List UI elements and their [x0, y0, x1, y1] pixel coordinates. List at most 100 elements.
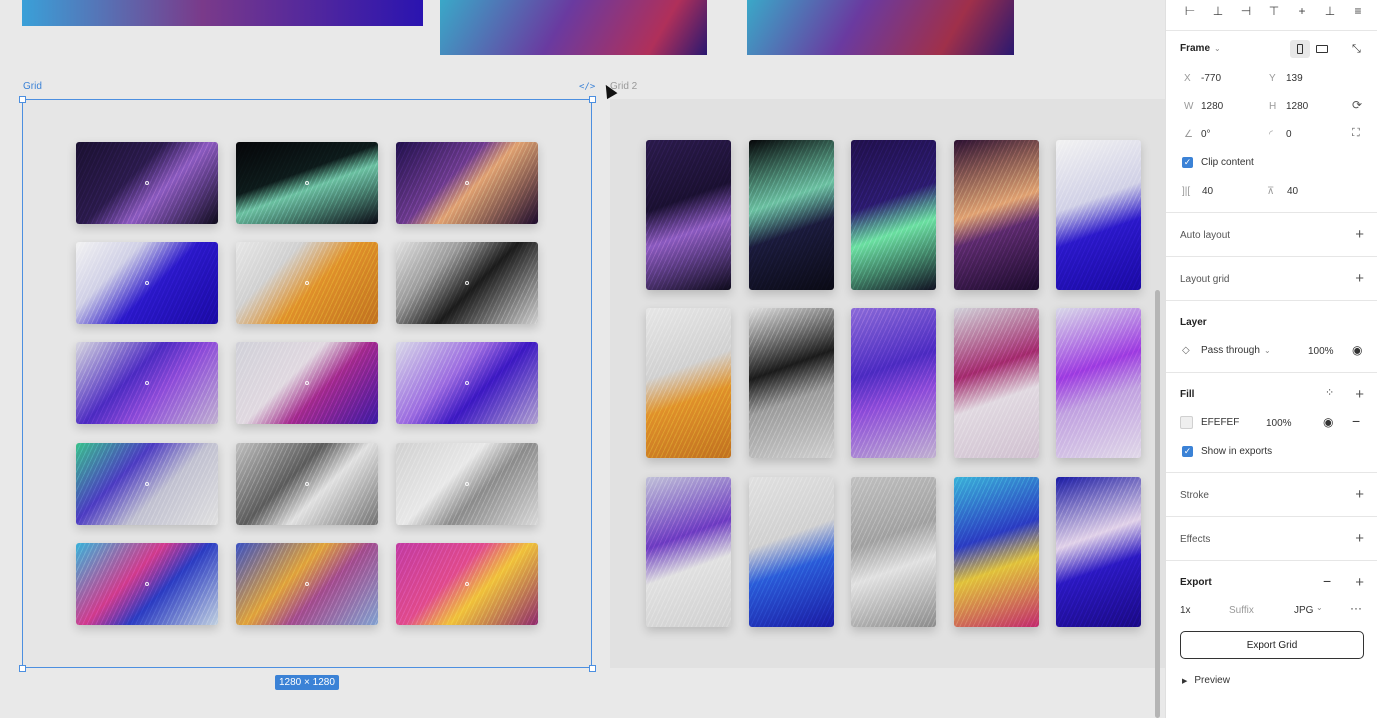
grid-frame-label[interactable]: Grid	[23, 81, 42, 92]
chevron-down-icon[interactable]: ⌄	[1214, 44, 1221, 53]
grid2-artwork-thumbnail[interactable]	[1056, 308, 1141, 458]
grid-artwork-thumbnail[interactable]	[76, 342, 218, 424]
canvas-image-top-3[interactable]	[747, 0, 1014, 55]
grid2-artwork-thumbnail[interactable]	[646, 477, 731, 627]
layer-opacity-input[interactable]: 100%	[1308, 346, 1334, 357]
align-bottom-icon[interactable]: ⊥	[1318, 3, 1342, 19]
stripe-overlay	[1056, 140, 1141, 290]
fill-section: Fill ⁘ + EFEFEF 100% ◉ − ✓ Show in expor…	[1166, 372, 1377, 472]
grid2-artwork-thumbnail[interactable]	[851, 140, 936, 290]
rotation-input[interactable]: 0°	[1201, 129, 1211, 140]
grid-artwork-thumbnail[interactable]	[236, 242, 378, 324]
frame-title[interactable]: Frame	[1180, 43, 1210, 54]
canvas-scrollbar[interactable]	[1155, 290, 1160, 718]
resize-handle-br[interactable]	[589, 665, 596, 672]
add-effect-icon[interactable]: +	[1355, 531, 1364, 546]
eye-icon[interactable]: ◉	[1352, 343, 1362, 357]
canvas-image-top-2[interactable]	[440, 0, 707, 55]
preview-toggle[interactable]: ▶ Preview	[1182, 675, 1230, 686]
center-point-icon	[305, 482, 309, 486]
export-format-select[interactable]: JPG	[1294, 605, 1313, 616]
fill-opacity-input[interactable]: 100%	[1266, 418, 1292, 429]
grid2-artwork-thumbnail[interactable]	[749, 308, 834, 458]
grid2-artwork-thumbnail[interactable]	[1056, 140, 1141, 290]
grid-artwork-thumbnail[interactable]	[76, 242, 218, 324]
add-export-icon[interactable]: +	[1355, 575, 1364, 590]
y-input[interactable]: 139	[1286, 73, 1303, 84]
eye-icon[interactable]: ◉	[1323, 415, 1333, 429]
align-center-h-icon[interactable]: ⊥	[1206, 3, 1230, 19]
center-point-icon	[145, 281, 149, 285]
grid-artwork-thumbnail[interactable]	[396, 142, 538, 224]
export-suffix-input[interactable]: Suffix	[1229, 605, 1254, 616]
vertical-gap-input[interactable]: 40	[1287, 186, 1298, 197]
grid2-artwork-thumbnail[interactable]	[646, 308, 731, 458]
portrait-icon[interactable]	[1290, 40, 1310, 58]
add-auto-layout-icon[interactable]: +	[1355, 227, 1364, 242]
stripe-overlay	[954, 477, 1039, 627]
resize-handle-tl[interactable]	[19, 96, 26, 103]
stroke-section[interactable]: Stroke +	[1166, 472, 1377, 516]
auto-layout-section[interactable]: Auto layout +	[1166, 212, 1377, 256]
grid-artwork-thumbnail[interactable]	[236, 142, 378, 224]
remove-fill-icon[interactable]: −	[1352, 413, 1360, 429]
effects-section[interactable]: Effects +	[1166, 516, 1377, 560]
add-layout-grid-icon[interactable]: +	[1355, 271, 1364, 286]
fill-hex-input[interactable]: EFEFEF	[1201, 417, 1239, 428]
resize-handle-bl[interactable]	[19, 665, 26, 672]
grid2-artwork-thumbnail[interactable]	[954, 140, 1039, 290]
grid-artwork-thumbnail[interactable]	[76, 443, 218, 525]
grid-artwork-thumbnail[interactable]	[396, 242, 538, 324]
grid-artwork-thumbnail[interactable]	[396, 543, 538, 625]
resize-handle-tr[interactable]	[589, 96, 596, 103]
grid2-artwork-thumbnail[interactable]	[646, 140, 731, 290]
grid2-artwork-thumbnail[interactable]	[954, 477, 1039, 627]
add-stroke-icon[interactable]: +	[1355, 487, 1364, 502]
grid-artwork-thumbnail[interactable]	[236, 543, 378, 625]
layout-grid-section[interactable]: Layout grid +	[1166, 256, 1377, 300]
add-fill-icon[interactable]: +	[1355, 387, 1364, 402]
align-left-icon[interactable]: ⊢	[1178, 3, 1202, 19]
grid2-artwork-thumbnail[interactable]	[851, 308, 936, 458]
export-grid-button[interactable]: Export Grid	[1180, 631, 1364, 659]
grid2-artwork-thumbnail[interactable]	[851, 477, 936, 627]
align-top-icon[interactable]: ⊤	[1262, 3, 1286, 19]
fill-color-swatch[interactable]	[1180, 416, 1193, 429]
blend-mode-select[interactable]: Pass through	[1201, 345, 1260, 356]
chevron-down-icon[interactable]: ⌄	[1264, 346, 1271, 355]
canvas-image-top-1[interactable]	[22, 0, 423, 26]
export-scale-select[interactable]: 1x	[1180, 605, 1191, 616]
auto-layout-title: Auto layout	[1180, 230, 1231, 241]
grid-artwork-thumbnail[interactable]	[236, 443, 378, 525]
grid-artwork-thumbnail[interactable]	[396, 443, 538, 525]
chevron-down-icon[interactable]: ⌄	[1316, 603, 1323, 612]
design-canvas[interactable]: Grid </> Grid 2 1280 × 1280	[0, 0, 1165, 718]
show-in-exports-checkbox[interactable]: ✓	[1182, 446, 1193, 457]
x-input[interactable]: -770	[1201, 73, 1221, 84]
grid2-artwork-thumbnail[interactable]	[749, 477, 834, 627]
fill-styles-icon[interactable]: ⁘	[1325, 386, 1334, 399]
align-right-icon[interactable]: ⊣	[1234, 3, 1258, 19]
stripe-overlay	[851, 308, 936, 458]
align-center-v-icon[interactable]: +	[1290, 3, 1314, 19]
h-input[interactable]: 1280	[1286, 101, 1308, 112]
grid-artwork-thumbnail[interactable]	[396, 342, 538, 424]
distribute-icon[interactable]: ≡	[1346, 3, 1370, 19]
grid2-artwork-thumbnail[interactable]	[1056, 477, 1141, 627]
grid-artwork-thumbnail[interactable]	[76, 142, 218, 224]
fit-icon[interactable]: ⤡	[1352, 43, 1361, 56]
more-options-icon[interactable]: ···	[1350, 601, 1362, 615]
horizontal-gap-input[interactable]: 40	[1202, 186, 1213, 197]
independent-corners-icon[interactable]: ⛶	[1352, 127, 1360, 140]
remove-export-icon[interactable]: −	[1323, 573, 1331, 589]
code-icon[interactable]: </>	[579, 82, 595, 92]
grid-artwork-thumbnail[interactable]	[236, 342, 378, 424]
grid2-artwork-thumbnail[interactable]	[954, 308, 1039, 458]
grid-artwork-thumbnail[interactable]	[76, 543, 218, 625]
w-input[interactable]: 1280	[1201, 101, 1223, 112]
clip-content-checkbox[interactable]: ✓	[1182, 157, 1193, 168]
constrain-proportions-icon[interactable]: ⟳	[1352, 98, 1362, 112]
radius-input[interactable]: 0	[1286, 129, 1292, 140]
landscape-icon[interactable]	[1316, 45, 1328, 53]
grid2-artwork-thumbnail[interactable]	[749, 140, 834, 290]
